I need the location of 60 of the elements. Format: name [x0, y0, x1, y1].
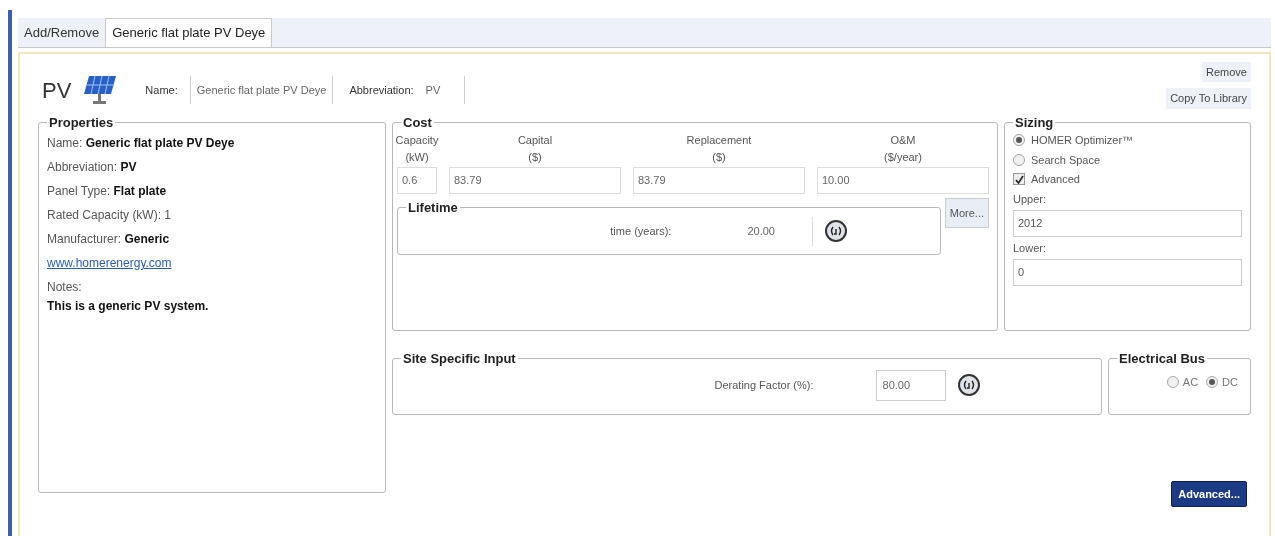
more-button[interactable]: More... — [944, 197, 989, 228]
column-heading: O&M — [890, 133, 916, 148]
derating-label: Derating Factor (%): — [714, 378, 814, 393]
lifetime-field[interactable]: 20.00 — [743, 217, 814, 246]
column-heading: Capital — [517, 133, 553, 148]
column-unit: ($) — [711, 149, 727, 165]
property-line: Abbreviation: PV — [47, 159, 138, 176]
sensitivity-button[interactable] — [825, 220, 848, 243]
option-label: Search Space — [1031, 152, 1101, 168]
component-abbreviation: PV — [41, 76, 72, 105]
column-heading: Capacity — [395, 133, 439, 148]
radio-button[interactable] — [1013, 153, 1025, 166]
website-link[interactable]: www.homerenergy.com — [47, 254, 377, 272]
checkbox-label: Advanced — [1031, 172, 1080, 187]
lifetime-label: time (years): — [610, 224, 672, 239]
column-unit: (kW) — [404, 149, 430, 165]
name-label: Name: — [145, 82, 178, 98]
tab[interactable]: Generic flat plate PV Deye — [105, 18, 273, 47]
column-unit: ($/year) — [883, 149, 923, 165]
upper-label: Upper: — [1013, 191, 1048, 207]
bracket-icon — [830, 226, 843, 237]
notes-text: This is a generic PV system. — [47, 298, 210, 315]
option-label: HOMER Optimizer™ — [1031, 133, 1134, 148]
cost-field[interactable]: 10.00 — [817, 167, 989, 194]
checkbox[interactable] — [1013, 173, 1025, 186]
group-title: Electrical Bus — [1118, 349, 1206, 368]
group-title: Properties — [48, 113, 115, 132]
group-title: Lifetime — [407, 198, 459, 217]
solar-panel-icon — [83, 74, 118, 106]
property-line: Manufacturer: Generic — [47, 231, 171, 248]
property-line: Notes: — [47, 279, 83, 296]
tab[interactable]: Add/Remove — [18, 19, 106, 47]
abbreviation-field[interactable]: PV — [425, 75, 466, 105]
property-line: Panel Type: Flat plate — [47, 183, 168, 200]
lower-field[interactable]: 0 — [1013, 259, 1242, 286]
bracket-icon — [962, 380, 975, 391]
lower-label: Lower: — [1013, 240, 1048, 256]
upper-field[interactable]: 2012 — [1013, 210, 1242, 237]
abbreviation-label: Abbreviation: — [349, 82, 414, 98]
derating-field[interactable]: 80.00 — [875, 370, 946, 401]
property-line: Name: Generic flat plate PV Deye — [47, 135, 236, 152]
cost-field[interactable]: 83.79 — [633, 167, 805, 194]
column-heading: Replacement — [686, 133, 752, 148]
cost-field[interactable]: 0.6 — [397, 167, 437, 194]
header-button[interactable]: Copy To Library — [1166, 88, 1251, 109]
radio-button[interactable] — [1166, 376, 1179, 389]
advanced-button[interactable]: Advanced... — [1171, 480, 1247, 507]
group-title: Sizing — [1014, 113, 1055, 132]
group-title: Cost — [402, 113, 433, 132]
cost-field[interactable]: 83.79 — [449, 167, 621, 194]
group-title: Site Specific Input — [402, 349, 517, 368]
property-line: Rated Capacity (kW): 1 — [47, 207, 173, 224]
option-label: DC — [1222, 375, 1238, 390]
radio-button[interactable] — [1013, 134, 1025, 147]
name-field[interactable]: Generic flat plate PV Deye — [189, 75, 334, 105]
column-unit: ($) — [527, 149, 543, 165]
radio-button[interactable] — [1206, 376, 1219, 389]
option-label: AC — [1182, 375, 1199, 390]
header-button[interactable]: Remove — [1202, 61, 1251, 82]
sensitivity-button[interactable] — [957, 374, 980, 397]
